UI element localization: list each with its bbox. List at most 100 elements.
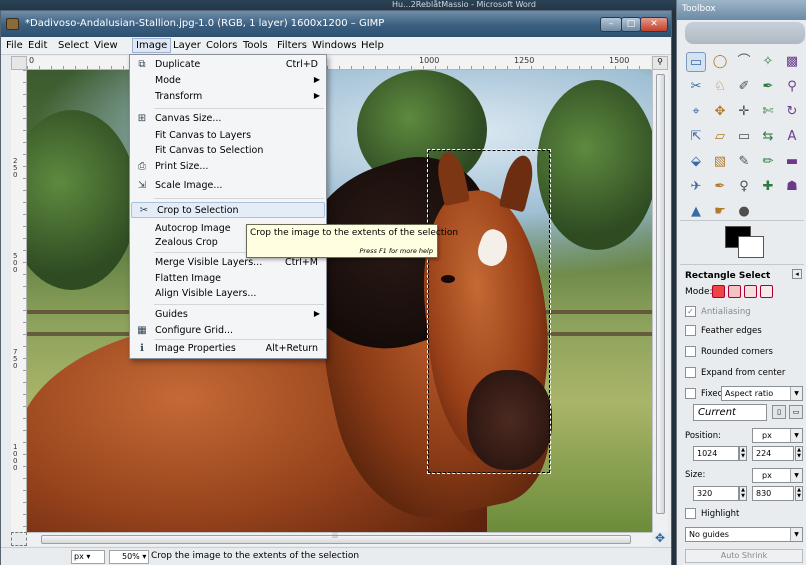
menu-item-canvas-size[interactable]: ⊞ Canvas Size... [130,111,326,127]
color-select-icon[interactable]: ▩ [782,52,802,72]
perspective-icon[interactable]: ▭ [734,127,754,147]
menu-item-image-properties[interactable]: ℹ Image Properties Alt+Return [130,341,326,357]
rounded-corners-checkbox[interactable] [685,346,696,357]
size-height-field[interactable]: 830 [752,486,794,501]
perspective-clone-icon[interactable]: ☗ [782,177,802,197]
ruler-corner-button[interactable] [11,56,27,70]
highlight-checkbox[interactable] [685,508,696,519]
position-unit-dropdown[interactable]: px ▼ [752,428,803,443]
navigate-icon[interactable]: ✥ [652,532,668,546]
airbrush-icon[interactable]: ✈ [686,177,706,197]
foreground-select-icon[interactable]: ♘ [710,77,730,97]
position-y-spinner[interactable]: ▲ ▼ [795,446,803,461]
ratio-landscape-button[interactable]: ▭ [789,405,803,419]
menu-file[interactable]: File [6,40,23,51]
menu-help[interactable]: Help [361,40,384,51]
auto-shrink-button[interactable]: Auto Shrink [685,549,803,563]
menu-edit[interactable]: Edit [28,40,47,51]
position-x-field[interactable]: 1024 [693,446,739,461]
zoom-image-icon[interactable]: ⚲ [652,56,668,70]
menu-item-guides[interactable]: Guides ▶ [130,307,326,323]
background-color-swatch[interactable] [738,236,764,258]
fuzzy-select-icon[interactable]: ✧ [758,52,778,72]
size-width-field[interactable]: 320 [693,486,739,501]
menu-layer[interactable]: Layer [173,40,201,51]
measure-icon[interactable]: ⌖ [686,102,706,122]
ellipse-select-icon[interactable]: ◯ [710,52,730,72]
unit-dropdown[interactable]: px ▾ [71,550,105,564]
menu-windows[interactable]: Windows [312,40,357,51]
title-bar[interactable]: *Dadivoso-Andalusian-Stallion.jpg-1.0 (R… [1,11,671,37]
scale-icon[interactable]: ⇱ [686,127,706,147]
options-menu-icon[interactable]: ◂ [792,269,802,279]
ink-icon[interactable]: ✒ [710,177,730,197]
smudge-icon[interactable]: ☛ [710,202,730,222]
heal-icon[interactable]: ✚ [758,177,778,197]
blend-icon[interactable]: ▧ [710,152,730,172]
mode-subtract-button[interactable] [744,285,757,298]
current-ratio-field[interactable]: Current [693,404,767,421]
position-y-field[interactable]: 224 [752,446,794,461]
menu-item-scale-image[interactable]: ⇲ Scale Image... [130,178,326,194]
quick-mask-toggle[interactable] [11,532,27,546]
menu-item-mode[interactable]: Mode ▶ [130,73,326,89]
menu-item-print-size[interactable]: ⎙ Print Size... [130,159,326,175]
paintbrush-icon[interactable]: ✏ [758,152,778,172]
guides-dropdown[interactable]: No guides ▼ [685,527,803,542]
horizontal-scrollbar[interactable]: ⦙⦙⦙ [27,531,652,546]
scroll-thumb[interactable] [656,74,665,514]
menu-item-flatten[interactable]: Flatten Image [130,271,326,287]
menu-item-transform[interactable]: Transform ▶ [130,89,326,105]
dodge-burn-icon[interactable]: ● [734,202,754,222]
minimize-button[interactable]: – [600,17,622,32]
position-x-spinner[interactable]: ▲ ▼ [739,446,747,461]
align-icon[interactable]: ✛ [734,102,754,122]
shear-icon[interactable]: ▱ [710,127,730,147]
image-canvas[interactable] [27,70,652,532]
toolbox-title-bar[interactable]: Toolbox [677,0,806,20]
lasso-icon[interactable]: ⌒ [734,52,754,72]
vertical-scrollbar[interactable] [652,70,668,532]
size-height-spinner[interactable]: ▲ ▼ [795,486,803,501]
rotate-icon[interactable]: ↻ [782,102,802,122]
mode-replace-button[interactable] [712,285,725,298]
zoom-dropdown[interactable]: 50% ▾ [109,550,149,564]
horizontal-ruler[interactable]: 0 1000 1250 1500 [27,56,651,70]
bucket-fill-icon[interactable]: ⬙ [686,152,706,172]
menu-image[interactable]: Image [132,38,172,53]
clone-icon[interactable]: ♀ [734,177,754,197]
menu-item-configure-grid[interactable]: ▦ Configure Grid... [130,323,326,339]
fixed-mode-dropdown[interactable]: Aspect ratio ▼ [721,386,803,401]
rectangle-selection[interactable] [427,149,551,474]
expand-from-center-checkbox[interactable] [685,367,696,378]
rect-select-icon[interactable]: ▭ [686,52,706,72]
paths-icon[interactable]: ✐ [734,77,754,97]
size-unit-dropdown[interactable]: px ▼ [752,468,803,483]
color-picker-icon[interactable]: ✒ [758,77,778,97]
text-icon[interactable]: A [782,127,802,147]
menu-tools[interactable]: Tools [243,40,268,51]
eraser-icon[interactable]: ▬ [782,152,802,172]
blur-icon[interactable]: ▲ [686,202,706,222]
antialiasing-checkbox[interactable]: ✓ [685,306,696,317]
maximize-button[interactable]: □ [621,17,641,32]
size-width-spinner[interactable]: ▲ ▼ [739,486,747,501]
close-button[interactable]: ✕ [640,17,668,32]
menu-item-crop-to-selection[interactable]: ✂ Crop to Selection [131,202,325,218]
menu-view[interactable]: View [94,40,118,51]
fixed-checkbox[interactable] [685,388,696,399]
menu-item-fit-canvas-selection[interactable]: Fit Canvas to Selection [130,143,326,159]
vertical-ruler[interactable]: 250 500 750 1000 [11,70,27,532]
move-icon[interactable]: ✥ [710,102,730,122]
crop-tool-icon[interactable]: ✄ [758,102,778,122]
mode-intersect-button[interactable] [760,285,773,298]
menu-item-duplicate[interactable]: ⧉ Duplicate Ctrl+D [130,57,326,73]
zoom-icon[interactable]: ⚲ [782,77,802,97]
menu-colors[interactable]: Colors [206,40,237,51]
ratio-portrait-button[interactable]: ▯ [772,405,786,419]
menu-item-align-visible[interactable]: Align Visible Layers... [130,286,326,302]
feather-edges-checkbox[interactable] [685,325,696,336]
scissors-icon[interactable]: ✂ [686,77,706,97]
pencil-icon[interactable]: ✎ [734,152,754,172]
flip-icon[interactable]: ⇆ [758,127,778,147]
